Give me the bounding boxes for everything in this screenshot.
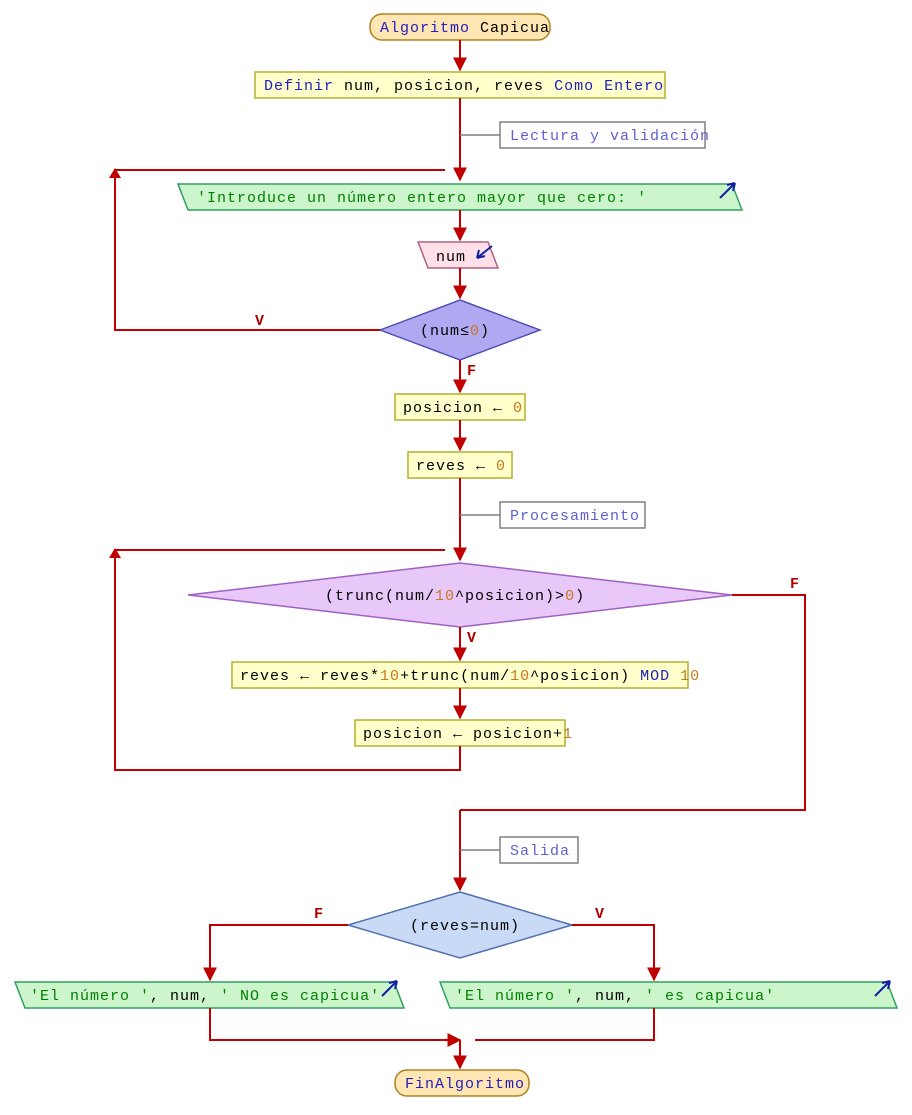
svg-text:FinAlgoritmo: FinAlgoritmo <box>405 1076 525 1093</box>
svg-text:Salida: Salida <box>510 843 570 860</box>
svg-text:posicion ← posicion+1: posicion ← posicion+1 <box>363 726 573 743</box>
svg-text:'Introduce un número entero ma: 'Introduce un número entero mayor que ce… <box>197 190 647 207</box>
input-num: num <box>418 242 498 268</box>
flowchart-canvas: Algoritmo Capicua Definir num, posicion,… <box>0 0 912 1115</box>
label-v-1: V <box>255 313 265 330</box>
output-no-capicua: 'El número ', num, ' NO es capicua' <box>15 981 404 1008</box>
svg-text:'El número ', num, ' es capicu: 'El número ', num, ' es capicua' <box>455 988 775 1005</box>
comment-salida: Salida <box>460 837 578 863</box>
label-v-loop: V <box>467 630 477 647</box>
output-es-capicua: 'El número ', num, ' es capicua' <box>440 981 897 1008</box>
svg-text:(num≤0): (num≤0) <box>420 323 490 340</box>
decision-num-leq-0: (num≤0) <box>380 300 540 360</box>
assign-reves-update: reves ← reves*10+trunc(num/10^posicion) … <box>232 662 700 688</box>
svg-text:(trunc(num/10^posicion)>0): (trunc(num/10^posicion)>0) <box>325 588 585 605</box>
svg-text:num: num <box>436 249 466 266</box>
assign-reves-0: reves ← 0 <box>408 452 512 478</box>
end-terminal: FinAlgoritmo <box>395 1070 529 1096</box>
svg-text:Lectura y validación: Lectura y validación <box>510 128 710 145</box>
loop-condition: (trunc(num/10^posicion)>0) <box>188 563 732 627</box>
comment-procesamiento: Procesamiento <box>460 502 645 528</box>
label-f-loop: F <box>790 576 800 593</box>
comment-lectura: Lectura y validación <box>460 122 710 148</box>
label-f-1: F <box>467 363 477 380</box>
start-name: Capicua <box>470 20 550 37</box>
label-v-final: V <box>595 906 605 923</box>
svg-text:Definir num, posicion, reves C: Definir num, posicion, reves Como Entero <box>264 78 664 95</box>
start-terminal: Algoritmo Capicua <box>370 14 550 40</box>
svg-text:reves ← 0: reves ← 0 <box>416 458 506 475</box>
svg-text:posicion ← 0: posicion ← 0 <box>403 400 523 417</box>
output-prompt: 'Introduce un número entero mayor que ce… <box>178 183 742 210</box>
svg-text:Algoritmo Capicua: Algoritmo Capicua <box>380 20 550 37</box>
assign-posicion-0: posicion ← 0 <box>395 394 525 420</box>
label-f-final: F <box>314 906 324 923</box>
svg-text:(reves=num): (reves=num) <box>410 918 520 935</box>
assign-posicion-inc: posicion ← posicion+1 <box>355 720 573 746</box>
svg-text:reves ← reves*10+trunc(num/10^: reves ← reves*10+trunc(num/10^posicion) … <box>240 668 700 685</box>
decision-reves-eq-num: (reves=num) <box>348 892 572 958</box>
start-keyword: Algoritmo <box>380 20 470 37</box>
define-statement: Definir num, posicion, reves Como Entero <box>255 72 665 98</box>
svg-text:'El número ', num, ' NO es cap: 'El número ', num, ' NO es capicua' <box>30 988 380 1005</box>
svg-text:Procesamiento: Procesamiento <box>510 508 640 525</box>
